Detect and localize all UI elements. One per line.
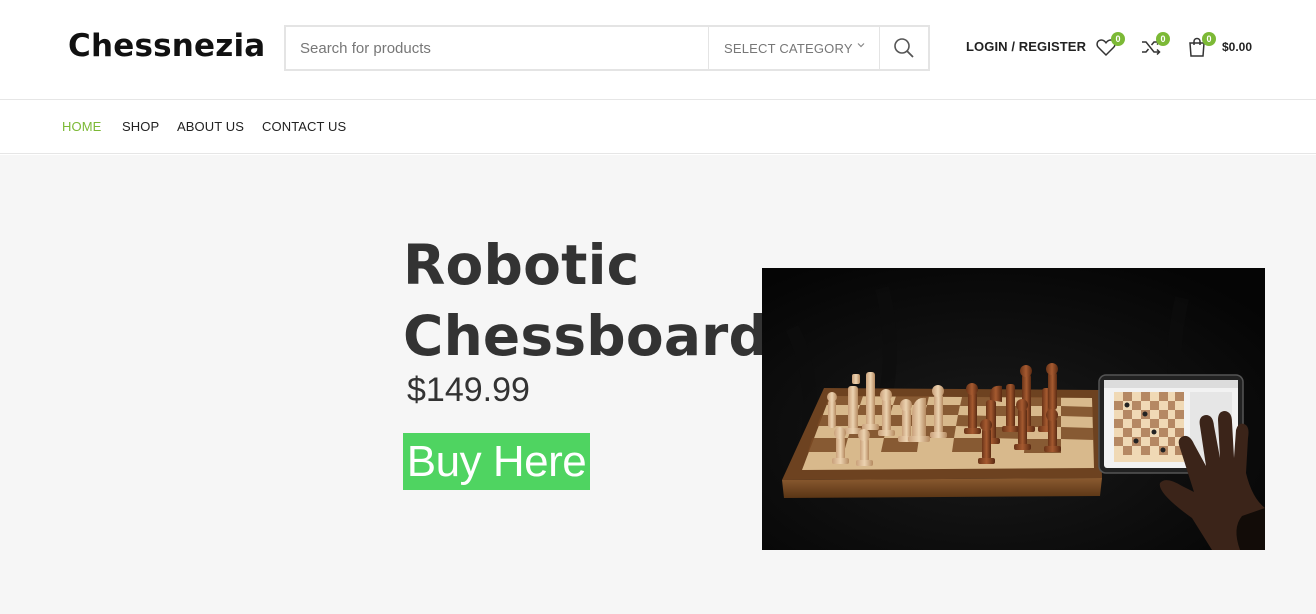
login-register-link[interactable]: LOGIN / REGISTER xyxy=(966,39,1086,54)
site-header: Chessnezia SELECT CATEGORY LOGIN / REGIS… xyxy=(0,0,1316,100)
compare-button[interactable]: 0 xyxy=(1140,32,1170,60)
cart-count-badge: 0 xyxy=(1202,32,1216,46)
hero-section: Robotic Chessboard $149.99 Buy Here xyxy=(0,155,1316,614)
hero-title: Robotic Chessboard xyxy=(403,230,768,372)
product-image-illustration xyxy=(762,268,1265,550)
search-bar: SELECT CATEGORY xyxy=(284,25,930,71)
search-input[interactable] xyxy=(286,27,708,69)
wishlist-button[interactable]: 0 xyxy=(1095,32,1125,60)
hero-title-line-2: Chessboard xyxy=(403,304,769,368)
hero-title-line-1: Robotic xyxy=(403,233,640,297)
nav-item-about-us[interactable]: ABOUT US xyxy=(177,119,244,134)
buy-here-button[interactable]: Buy Here xyxy=(403,433,590,490)
hero-price: $149.99 xyxy=(407,371,530,409)
cart-total[interactable]: $0.00 xyxy=(1222,40,1252,54)
site-logo[interactable]: Chessnezia xyxy=(68,28,265,64)
product-image xyxy=(762,268,1265,550)
nav-item-shop[interactable]: SHOP xyxy=(122,119,159,134)
nav-item-contact-us[interactable]: CONTACT US xyxy=(262,119,346,134)
main-nav: HOME SHOP ABOUT US CONTACT US xyxy=(0,101,1316,154)
category-select-label: SELECT CATEGORY xyxy=(724,40,853,56)
category-select[interactable]: SELECT CATEGORY xyxy=(708,27,879,69)
chevron-down-icon xyxy=(857,43,865,48)
nav-item-home[interactable]: HOME xyxy=(62,119,101,134)
compare-count-badge: 0 xyxy=(1156,32,1170,46)
wishlist-count-badge: 0 xyxy=(1111,32,1125,46)
cart-button[interactable]: 0 xyxy=(1186,32,1216,60)
search-icon xyxy=(894,38,914,58)
search-button[interactable] xyxy=(879,27,928,69)
